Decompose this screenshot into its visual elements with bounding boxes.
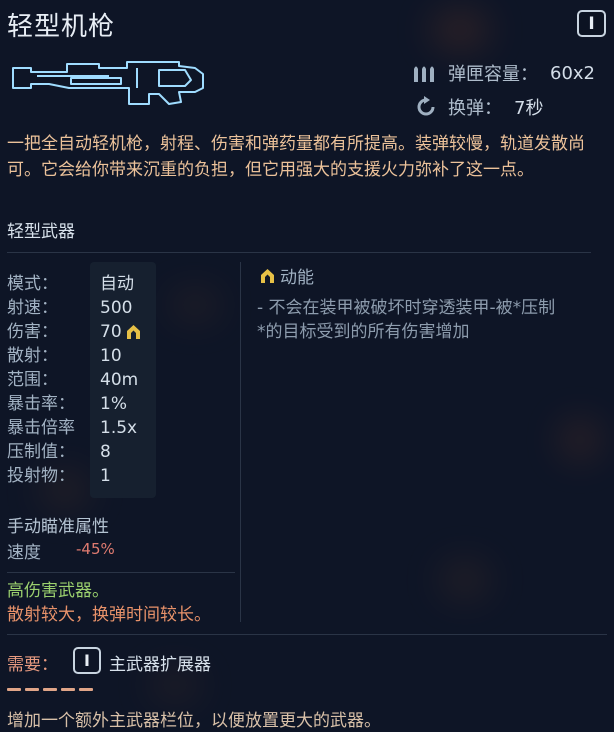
weapon-title: 轻型机枪 <box>7 12 116 42</box>
reload-label: 换弹： <box>448 98 502 119</box>
stat-value: 70 <box>100 322 122 342</box>
perk-title: 动能 <box>261 263 314 288</box>
divider <box>7 634 607 635</box>
stat-value: 1.5x <box>100 418 138 438</box>
light-machine-gun-icon <box>9 58 209 118</box>
requirement-item: 主武器扩展器 <box>109 655 211 675</box>
reload-stat: 换弹： 7秒 <box>414 94 543 120</box>
stat-value: 1 <box>100 466 111 486</box>
stat-values: 自动 500 70 10 40m 1% 1.5x 8 1 <box>90 262 156 498</box>
stat-value: 10 <box>100 346 122 366</box>
stat-label: 射速： <box>7 298 58 318</box>
aim-speed-label: 速度 <box>7 543 41 563</box>
stat-value-damage: 70 <box>100 320 156 344</box>
stat-label: 暴击率： <box>7 394 75 414</box>
positive-trait: 高伤害武器。 <box>7 581 109 601</box>
tier-badge: I <box>577 10 606 37</box>
negative-trait: 散射较大，换弹时间较长。 <box>7 605 211 625</box>
weapon-category: 轻型武器 <box>7 222 75 242</box>
stat-label: 模式： <box>7 274 58 294</box>
stat-label: 范围： <box>7 370 58 390</box>
requirement-label: 需要： <box>7 655 58 675</box>
column-divider <box>240 262 241 622</box>
stat-value: 1% <box>100 394 127 414</box>
stat-label: 暴击倍率 <box>7 418 75 438</box>
requirement-tier-badge: I <box>73 647 101 674</box>
stat-value: 8 <box>100 442 111 462</box>
magazine-label: 弹匣容量： <box>448 64 538 85</box>
ammo-bullets-icon <box>412 63 438 83</box>
weapon-description: 一把全自动轻机枪，射程、伤害和弹药量都有所提高。装弹较慢，轨道发散尚可。它会给你… <box>7 134 585 180</box>
reload-arrow-icon <box>414 95 438 119</box>
aim-speed-value: -45% <box>76 540 115 558</box>
perk-name: 动能 <box>280 268 314 288</box>
requirement-description: 增加一个额外主武器栏位，以便放置更大的武器。 <box>7 711 381 731</box>
stat-label: 压制值： <box>7 442 75 462</box>
magazine-stat: 弹匣容量： 60x2 <box>412 60 595 86</box>
stat-labels: 模式： 射速： 伤害： 散射： 范围： 暴击率： 暴击倍率 压制值： 投射物： <box>7 272 75 488</box>
magazine-value: 60x2 <box>550 62 596 84</box>
stat-label: 伤害： <box>7 322 58 342</box>
perk-description: - 不会在装甲被破坏时穿透装甲-被*压制*的目标受到的所有伤害增加 <box>257 298 556 342</box>
stat-label: 散射： <box>7 346 58 366</box>
kinetic-chevron-icon <box>126 325 140 339</box>
reload-value: 7秒 <box>514 98 544 119</box>
requirement-dashes <box>7 688 93 691</box>
divider <box>7 572 235 573</box>
stat-value: 500 <box>100 298 133 318</box>
divider <box>7 252 591 253</box>
stat-value: 自动 <box>100 274 134 294</box>
stat-value: 40m <box>100 370 139 390</box>
stat-label: 投射物： <box>7 466 75 486</box>
manual-aim-title: 手动瞄准属性 <box>7 517 109 537</box>
kinetic-chevron-icon <box>261 268 274 283</box>
